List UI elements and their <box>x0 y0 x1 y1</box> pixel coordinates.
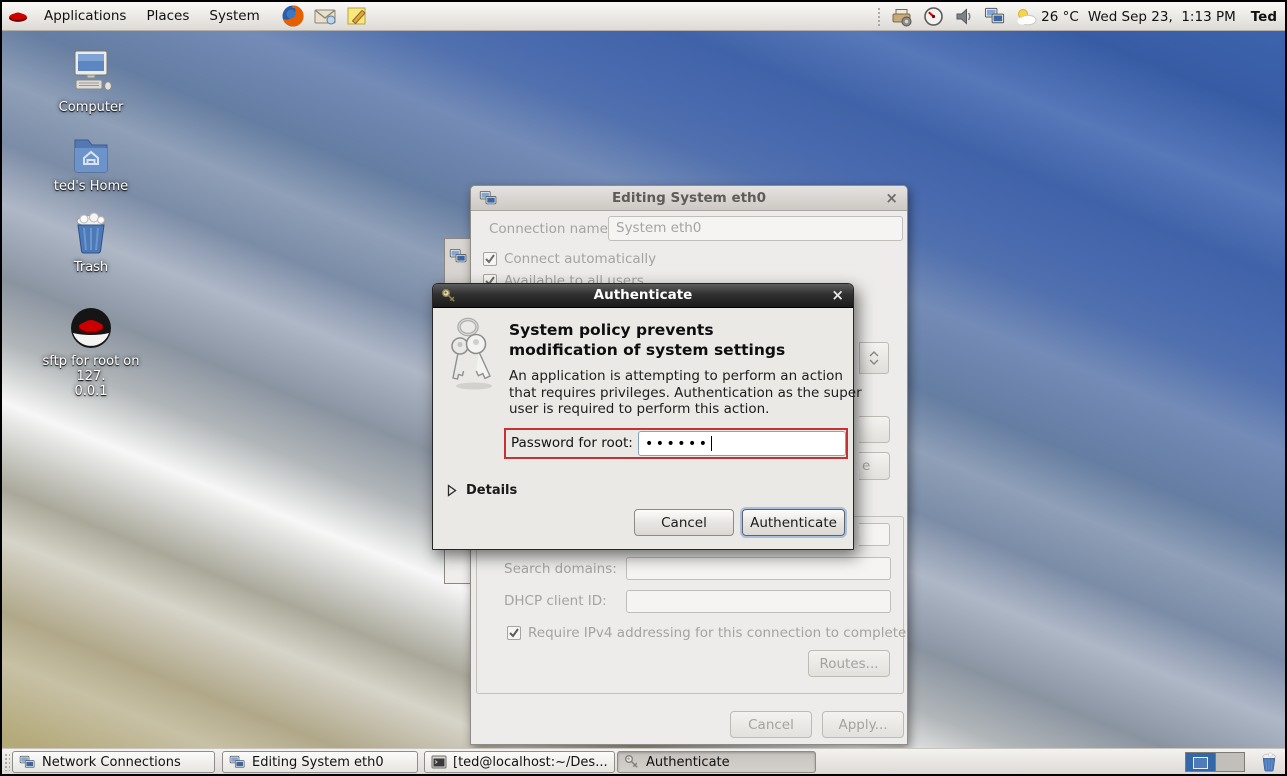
taskbar-button-authenticate[interactable]: Authenticate <box>617 751 816 773</box>
eth0-cancel-button: Cancel <box>730 711 812 738</box>
workspace-switcher <box>1185 752 1245 772</box>
mail-icon <box>313 4 337 28</box>
network-tray-icon[interactable] <box>984 6 1006 28</box>
panel-separator <box>877 7 882 27</box>
password-row-highlight: Password for root: •••••• <box>504 428 848 459</box>
desktop-icon-trash[interactable]: Trash <box>35 209 147 275</box>
weather-sun-cloud-icon <box>1015 7 1037 27</box>
keys-artwork-icon <box>446 316 502 392</box>
password-input[interactable]: •••••• <box>638 431 846 456</box>
clock-applet[interactable]: Wed Sep 23, 1:13 PM <box>1088 9 1236 25</box>
trash-icon <box>68 209 114 257</box>
desktop-icon-label: ted's Home <box>35 179 147 194</box>
taskbar-button-label: [ted@localhost:~/Des... <box>453 755 608 770</box>
eth0-window-title: Editing System eth0 <box>471 190 907 206</box>
taskbar-grip-handle[interactable] <box>4 753 10 771</box>
evolution-launcher[interactable] <box>312 3 338 29</box>
desktop-icon-label-line2: 0.0.1 <box>35 384 147 399</box>
network-connections-icon <box>449 247 468 266</box>
terminal-icon <box>431 754 447 770</box>
password-dots: •••••• <box>645 436 710 452</box>
note-pencil-icon <box>345 4 369 28</box>
authenticate-titlebar[interactable]: Authenticate × <box>433 284 853 308</box>
taskbar-button-network-connections[interactable]: Network Connections <box>12 751 215 773</box>
authenticate-close-button[interactable]: × <box>831 286 844 304</box>
trash-icon <box>1258 751 1280 773</box>
search-domains-label: Search domains: <box>504 561 617 577</box>
partial-button-fragment <box>859 416 890 443</box>
desktop-icon-label-line1: sftp for root on 127. <box>35 354 147 384</box>
connect-automatically-label: Connect automatically <box>504 251 656 267</box>
print-settings-icon[interactable] <box>891 6 913 28</box>
firefox-launcher[interactable] <box>280 3 306 29</box>
partial-button-fragment: e <box>859 452 890 480</box>
checkmark-icon <box>484 253 496 265</box>
network-connections-icon <box>229 754 246 771</box>
authenticate-dialog: Authenticate × System policy prevents mo… <box>432 283 854 550</box>
taskbar-button-label: Editing System eth0 <box>252 755 384 770</box>
desktop-icon-label: Trash <box>35 260 147 275</box>
top-panel: Applications Places System <box>2 2 1285 31</box>
home-folder-icon <box>68 134 114 176</box>
auth-heading-line2: modification of system settings <box>509 340 785 360</box>
redhat-menu-icon[interactable] <box>5 3 31 29</box>
connection-name-label: Connection name: <box>489 221 613 237</box>
taskbar-button-editing-eth0[interactable]: Editing System eth0 <box>222 751 418 773</box>
desktop-icon-computer[interactable]: Computer <box>35 49 147 115</box>
notes-launcher[interactable] <box>344 3 370 29</box>
password-for-root-label: Password for root: <box>511 435 633 451</box>
weather-temp: 26 °C <box>1041 9 1079 25</box>
authenticate-window-title: Authenticate <box>433 287 853 303</box>
routes-button: Routes... <box>808 650 890 677</box>
dhcp-client-id-input <box>626 590 891 613</box>
menu-places[interactable]: Places <box>136 2 199 31</box>
desktop-icon-sftp-root[interactable]: sftp for root on 127. 0.0.1 <box>35 305 147 399</box>
connection-name-input: System eth0 <box>608 216 903 241</box>
redhat-logo-icon <box>7 5 29 27</box>
require-ipv4-label: Require IPv4 addressing for this connect… <box>528 625 906 641</box>
auth-heading-line1: System policy prevents <box>509 320 785 340</box>
text-cursor <box>711 436 712 451</box>
desktop-icon-home[interactable]: ted's Home <box>35 134 147 194</box>
menu-applications[interactable]: Applications <box>34 2 136 31</box>
auth-body-text: An application is attempting to perform … <box>509 368 867 418</box>
desktop-icon-label: Computer <box>35 100 147 115</box>
system-monitor-gauge-icon[interactable] <box>922 6 944 28</box>
details-expander[interactable]: Details <box>447 483 517 498</box>
firefox-icon <box>281 4 305 28</box>
computer-icon <box>68 49 114 97</box>
expander-triangle-icon <box>447 484 457 497</box>
dhcp-client-id-label: DHCP client ID: <box>504 593 607 609</box>
taskbar-button-terminal[interactable]: [ted@localhost:~/Des... <box>424 751 615 773</box>
key-icon <box>624 754 640 770</box>
taskbar-button-label: Authenticate <box>646 755 730 770</box>
auth-authenticate-button[interactable]: Authenticate <box>742 509 845 536</box>
require-ipv4-checkbox <box>507 626 521 640</box>
taskbar: Network Connections Editing System eth0 … <box>2 748 1285 774</box>
connect-automatically-checkbox <box>483 252 497 266</box>
redhat-sphere-icon <box>68 305 114 351</box>
auth-cancel-button[interactable]: Cancel <box>634 509 734 536</box>
workspace-2[interactable] <box>1215 753 1244 771</box>
volume-icon[interactable] <box>953 6 975 28</box>
eth0-close-button[interactable]: × <box>885 189 898 207</box>
menu-system[interactable]: System <box>199 2 269 31</box>
panel-right-tray: 26 °C Wed Sep 23, 1:13 PM Ted <box>877 2 1277 31</box>
weather-applet[interactable]: 26 °C <box>1015 7 1079 27</box>
eth0-titlebar[interactable]: Editing System eth0 × <box>471 186 907 211</box>
search-domains-input <box>626 557 891 580</box>
user-switcher[interactable]: Ted <box>1245 9 1277 25</box>
eth0-apply-button: Apply... <box>822 711 904 738</box>
details-label: Details <box>466 483 517 498</box>
workspace-1[interactable] <box>1186 753 1215 771</box>
network-connections-icon <box>19 754 36 771</box>
taskbar-trash-applet[interactable] <box>1258 751 1280 773</box>
taskbar-button-label: Network Connections <box>42 755 181 770</box>
screen: Applications Places System <box>0 0 1287 776</box>
checkmark-icon <box>508 627 520 639</box>
auth-heading: System policy prevents modification of s… <box>509 320 785 360</box>
combo-arrows-icon <box>868 350 880 366</box>
